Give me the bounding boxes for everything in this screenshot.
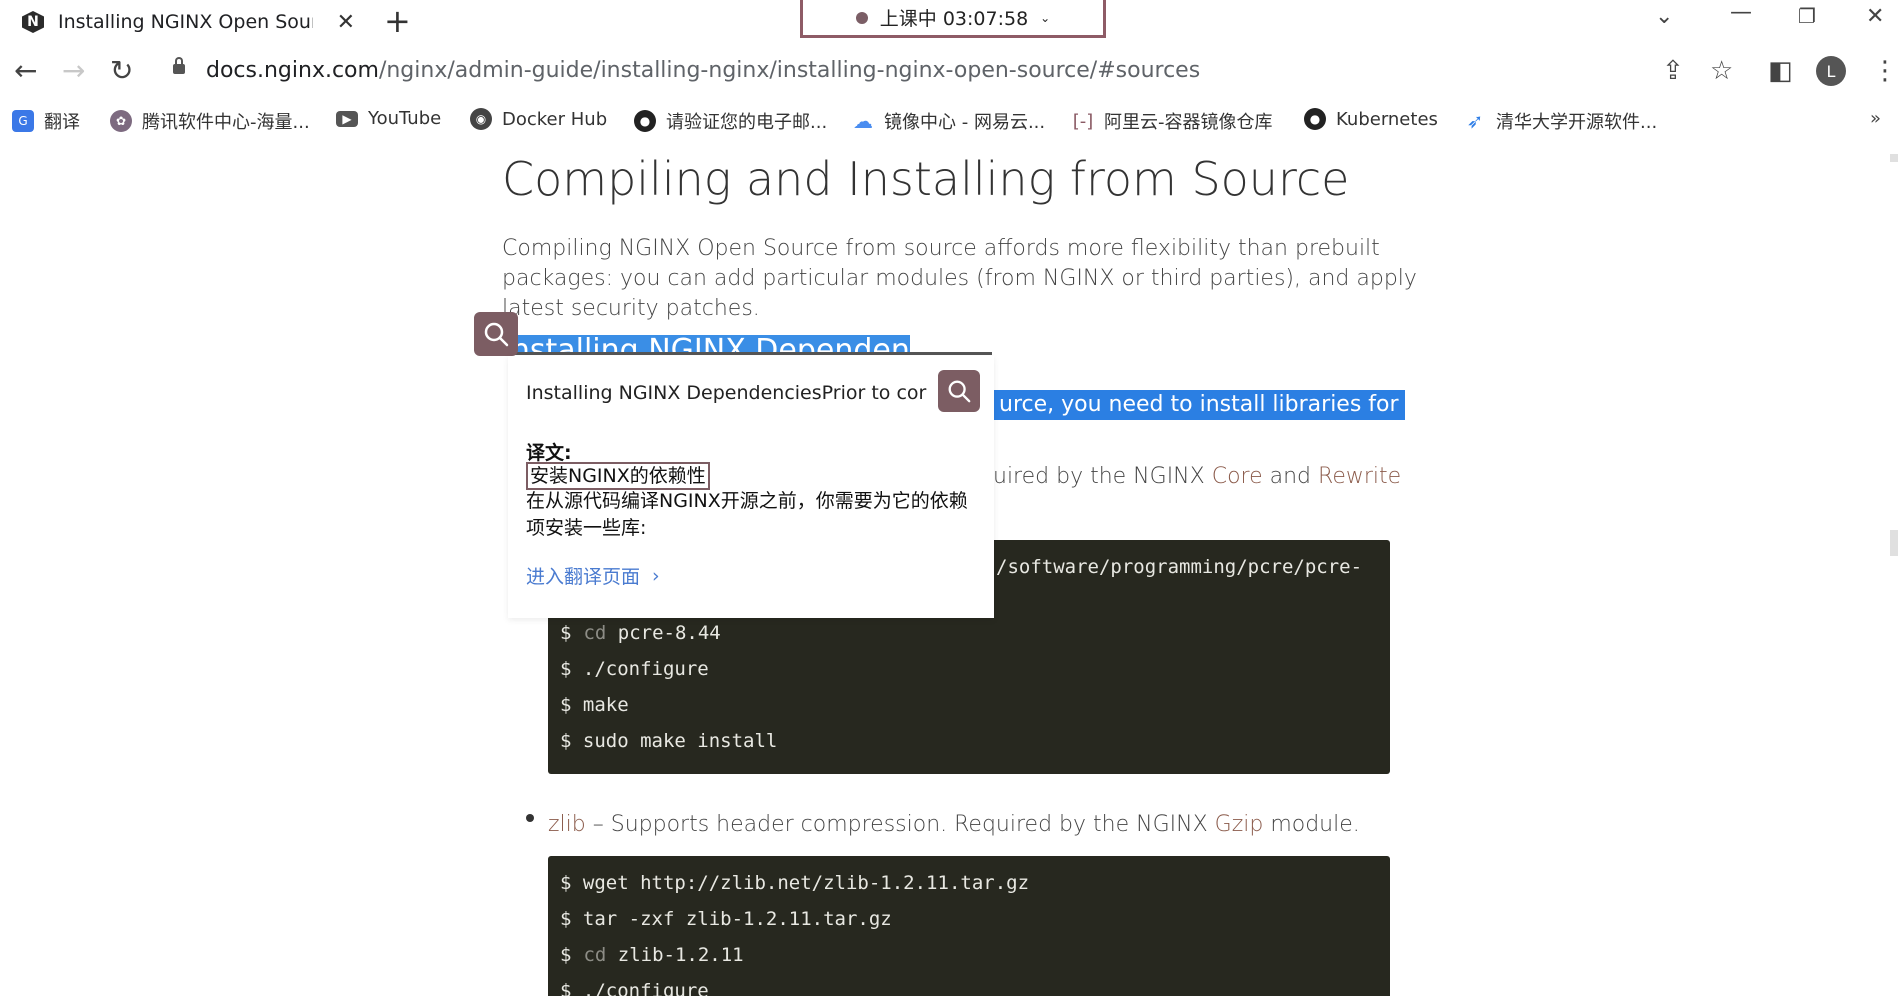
pcre-description: uired by the NGINX Core and Rewrite — [993, 464, 1401, 489]
code-line: $ tar -zxf zlib-1.2.11.tar.gz — [560, 908, 892, 930]
nginx-favicon-icon: N — [22, 11, 44, 33]
forward-arrow-icon[interactable]: → — [62, 54, 85, 87]
tab-title: Installing NGINX Open Source — [58, 11, 313, 33]
tencent-icon: ✿ — [110, 110, 132, 132]
share-icon[interactable]: ⇪ — [1662, 56, 1684, 86]
github-icon: ● — [1304, 108, 1326, 130]
bookmark-item[interactable]: ➶ 清华大学开源软件... — [1464, 108, 1658, 134]
translate-search-button[interactable] — [474, 312, 518, 356]
bookmark-label: 阿里云-容器镜像仓库 — [1104, 112, 1273, 133]
chevron-down-icon[interactable]: ⌄ — [1040, 11, 1050, 25]
intro-paragraph: Compiling NGINX Open Source from source … — [502, 236, 1417, 321]
bookmark-item[interactable]: ▶ YouTube — [336, 108, 441, 129]
code-line: $ ./configure — [560, 980, 709, 996]
zlib-text-end: module. — [1263, 812, 1360, 837]
bookmark-label: 镜像中心 - 网易云... — [884, 112, 1046, 133]
code-line: $ cd pcre-8.44 — [560, 622, 721, 644]
cloud-icon: ☁ — [853, 109, 873, 133]
bookmarks-bar: G 翻译 ✿ 腾讯软件中心-海量... ▶ YouTube ◉ Docker H… — [0, 106, 1902, 136]
bookmark-item[interactable]: ● 请验证您的电子邮... — [634, 108, 827, 134]
back-arrow-icon[interactable]: ← — [14, 54, 37, 87]
code-line: /software/programming/pcre/pcre- — [996, 556, 1363, 578]
bookmark-star-icon[interactable]: ☆ — [1710, 56, 1733, 86]
rewrite-link[interactable]: Rewrite — [1318, 464, 1401, 489]
record-dot-icon — [855, 11, 868, 24]
search-icon — [948, 380, 971, 403]
popup-source-text: Installing NGINX DependenciesPrior to co… — [526, 382, 927, 404]
url-field[interactable]: docs.nginx.com/nginx/admin-guide/install… — [206, 58, 1200, 83]
bookmark-item[interactable]: [-] 阿里云-容器镜像仓库 — [1072, 108, 1273, 134]
bookmark-item[interactable]: ☁ 镜像中心 - 网易云... — [852, 108, 1045, 134]
zlib-text: – Supports header compression. Required … — [585, 812, 1215, 837]
restore-button[interactable]: ❐ — [1798, 4, 1816, 28]
bookmark-item[interactable]: ● Kubernetes — [1304, 108, 1438, 130]
chevron-right-icon: › — [652, 564, 660, 587]
translation-popup: Installing NGINX DependenciesPrior to co… — [508, 356, 994, 618]
url-host: docs.nginx.com — [206, 58, 379, 83]
bookmark-label: Kubernetes — [1336, 108, 1438, 130]
bookmark-item[interactable]: ◉ Docker Hub — [470, 108, 607, 130]
gzip-link[interactable]: Gzip — [1215, 812, 1264, 837]
lock-icon[interactable] — [173, 57, 185, 74]
bookmarks-overflow-icon[interactable]: » — [1870, 108, 1881, 129]
bookmark-label: 请验证您的电子邮... — [666, 112, 828, 133]
recording-indicator[interactable]: 上课中 03:07:58 ⌄ — [800, 0, 1106, 38]
docker-icon: ◉ — [470, 108, 492, 130]
code-line: $ ./configure — [560, 658, 709, 680]
browser-tab[interactable]: N Installing NGINX Open Source ✕ — [10, 4, 365, 40]
tab-close-icon[interactable]: ✕ — [337, 10, 355, 35]
side-panel-icon[interactable]: ◧ — [1768, 56, 1793, 86]
new-tab-button[interactable]: + — [384, 2, 411, 40]
code-line: $ cd zlib-1.2.11 — [560, 944, 744, 966]
close-window-button[interactable]: ✕ — [1866, 4, 1884, 29]
translate-icon: G — [12, 110, 34, 132]
code-line: $ sudo make install — [560, 730, 778, 752]
popup-search-button[interactable] — [938, 370, 980, 412]
bookmark-label: YouTube — [368, 108, 442, 129]
reload-icon[interactable]: ↻ — [110, 54, 133, 87]
popup-link-label: 进入翻译页面 — [526, 566, 641, 588]
code-line: $ make — [560, 694, 629, 716]
zlib-link[interactable]: zlib — [548, 812, 586, 837]
bookmark-label: 清华大学开源软件... — [1496, 112, 1658, 133]
menu-kebab-icon[interactable]: ⋮ — [1872, 56, 1898, 86]
tab-search-icon[interactable]: ⌄ — [1655, 4, 1673, 29]
address-bar: ← → ↻ docs.nginx.com/nginx/admin-guide/i… — [0, 52, 1902, 92]
minimize-button[interactable]: — — [1730, 0, 1752, 25]
tab-bar: N Installing NGINX Open Source ✕ + 上课中 0… — [0, 0, 1902, 40]
search-icon — [484, 322, 509, 347]
page-heading: Compiling and Installing from Source — [502, 152, 1350, 206]
pcre-text: uired by the NGINX — [993, 464, 1212, 489]
profile-avatar[interactable]: L — [1816, 56, 1846, 86]
core-link[interactable]: Core — [1212, 464, 1263, 489]
bookmark-label: 腾讯软件中心-海量... — [142, 112, 310, 133]
scrollbar-thumb[interactable] — [1890, 530, 1898, 556]
open-translation-page-link[interactable]: 进入翻译页面 › — [526, 562, 660, 589]
recording-label: 上课中 03:07:58 — [879, 8, 1029, 30]
zlib-description: zlib – Supports header compression. Requ… — [548, 812, 1360, 837]
popup-translation-label: 译文: — [526, 442, 572, 464]
bookmark-label: 翻译 — [44, 112, 80, 133]
code-line: $ wget http://zlib.net/zlib-1.2.11.tar.g… — [560, 872, 1030, 894]
url-path: /nginx/admin-guide/installing-nginx/inst… — [378, 58, 1201, 83]
aliyun-icon: [-] — [1072, 110, 1094, 132]
github-icon: ● — [634, 110, 656, 132]
tsinghua-icon: ➶ — [1466, 109, 1484, 133]
heading-rule — [502, 352, 992, 355]
code-block-zlib[interactable]: $ wget http://zlib.net/zlib-1.2.11.tar.g… — [548, 856, 1390, 996]
bookmark-item[interactable]: G 翻译 — [12, 108, 80, 134]
youtube-icon: ▶ — [336, 110, 358, 127]
selected-text: urce, you need to install libraries for — [993, 390, 1405, 420]
scrollbar-up-marker[interactable] — [1890, 154, 1898, 162]
bookmark-label: Docker Hub — [502, 108, 608, 130]
list-bullet — [526, 814, 534, 822]
pcre-and: and — [1262, 464, 1319, 489]
popup-translation-body: 在从源代码编译NGINX开源之前，你需要为它的依赖项安装一些库: — [526, 490, 968, 539]
popup-translation-title: 安装NGINX的依赖性 — [526, 462, 710, 490]
bookmark-item[interactable]: ✿ 腾讯软件中心-海量... — [110, 108, 310, 134]
